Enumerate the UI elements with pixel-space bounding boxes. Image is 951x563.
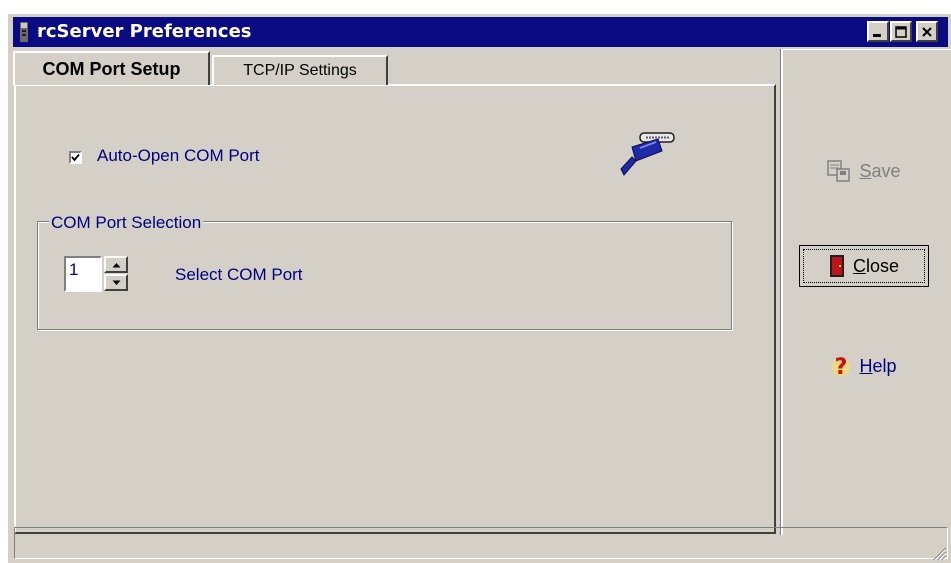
app-icon — [20, 22, 28, 42]
select-com-port-label: Select COM Port — [175, 265, 303, 284]
spin-down-button[interactable] — [104, 274, 128, 291]
divider-line — [782, 49, 951, 50]
minimize-button[interactable] — [867, 21, 889, 42]
tab-com-port-setup[interactable]: COM Port Setup — [13, 51, 210, 85]
checkmark-icon — [71, 153, 80, 162]
save-button[interactable]: Save — [799, 150, 929, 192]
arrow-down-icon — [112, 280, 120, 285]
auto-open-checkbox[interactable] — [69, 151, 82, 164]
com-port-input[interactable]: 1 — [64, 256, 102, 292]
help-label-rest: elp — [872, 355, 897, 376]
arrow-up-icon — [112, 262, 120, 267]
focus-rectangle — [803, 249, 925, 283]
save-icon — [827, 160, 851, 182]
help-button[interactable]: ? ? Help — [799, 345, 929, 387]
save-button-label: Save — [859, 161, 900, 182]
spin-up-button[interactable] — [104, 256, 128, 273]
help-icon: ? ? — [832, 355, 851, 377]
svg-text:?: ? — [835, 355, 848, 377]
help-button-label: Help — [859, 356, 896, 377]
help-label-mnemonic: H — [859, 355, 873, 376]
preferences-window: rcServer Preferences COM Port Setup TCP/… — [8, 14, 951, 563]
close-window-button[interactable] — [916, 21, 938, 42]
panel-divider — [780, 49, 783, 535]
status-bar — [14, 527, 948, 559]
save-label-mnemonic: S — [859, 160, 872, 181]
serial-cable-icon — [620, 132, 675, 176]
tab-tcp-ip-settings[interactable]: TCP/IP Settings — [212, 55, 388, 85]
auto-open-label[interactable]: Auto-Open COM Port — [97, 146, 260, 166]
title-bar[interactable]: rcServer Preferences — [13, 17, 948, 47]
close-button[interactable]: Close — [799, 245, 929, 287]
group-title: COM Port Selection — [49, 213, 204, 233]
resize-grip-icon[interactable] — [931, 545, 947, 561]
maximize-icon — [895, 25, 907, 38]
minimize-icon — [873, 33, 881, 37]
window-title: rcServer Preferences — [37, 21, 252, 42]
close-icon — [922, 26, 932, 37]
maximize-button[interactable] — [890, 21, 912, 42]
com-port-selection-group — [37, 221, 732, 330]
save-label-rest: ave — [871, 160, 901, 181]
